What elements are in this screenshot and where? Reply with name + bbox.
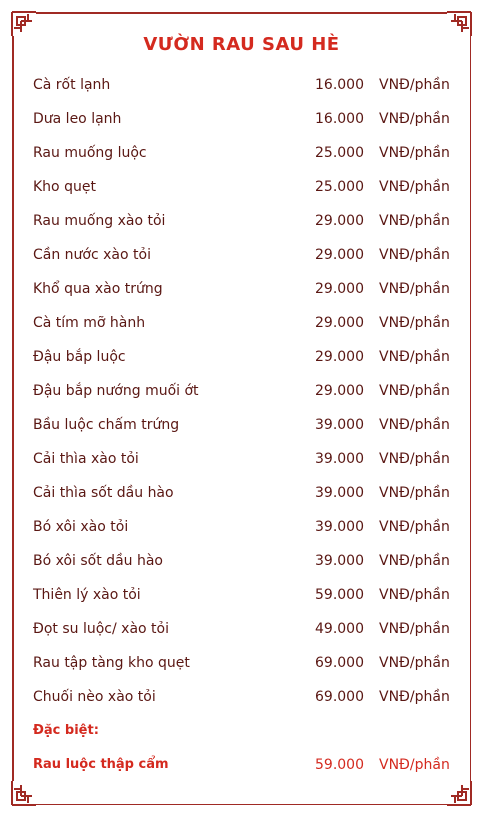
item-price: 25.000	[315, 145, 364, 161]
item-name: Rau muống xào tỏi	[33, 213, 166, 229]
item-name: Thiên lý xào tỏi	[33, 587, 141, 603]
menu-item: Rau tập tàng kho quẹt 69.000 VNĐ/phần	[0, 655, 483, 679]
item-unit: VNĐ/phần	[379, 111, 450, 127]
item-unit: VNĐ/phần	[379, 179, 450, 195]
item-name: Đậu bắp nướng muối ớt	[33, 383, 199, 399]
menu-item: Chuối nèo xào tỏi 69.000 VNĐ/phần	[0, 689, 483, 713]
item-price: 49.000	[315, 621, 364, 637]
item-name: Bó xôi xào tỏi	[33, 519, 129, 535]
menu-item: Bó xôi xào tỏi 39.000 VNĐ/phần	[0, 519, 483, 543]
item-unit: VNĐ/phần	[379, 553, 450, 569]
item-name: Dưa leo lạnh	[33, 111, 122, 127]
item-price: 69.000	[315, 655, 364, 671]
item-unit: VNĐ/phần	[379, 349, 450, 365]
item-price: 69.000	[315, 689, 364, 705]
menu-item: Dưa leo lạnh 16.000 VNĐ/phần	[0, 111, 483, 135]
item-name: Khổ qua xào trứng	[33, 281, 163, 297]
item-price: 29.000	[315, 315, 364, 331]
item-unit: VNĐ/phần	[379, 281, 450, 297]
item-name: Rau muống luộc	[33, 145, 147, 161]
item-price: 59.000	[315, 757, 364, 773]
item-price: 39.000	[315, 553, 364, 569]
item-price: 39.000	[315, 519, 364, 535]
item-price: 29.000	[315, 383, 364, 399]
menu-item: Rau muống xào tỏi 29.000 VNĐ/phần	[0, 213, 483, 237]
special-section-label: Đặc biệt:	[33, 723, 99, 738]
item-unit: VNĐ/phần	[379, 417, 450, 433]
item-price: 29.000	[315, 281, 364, 297]
item-unit: VNĐ/phần	[379, 315, 450, 331]
item-price: 29.000	[315, 247, 364, 263]
item-unit: VNĐ/phần	[379, 757, 450, 773]
item-unit: VNĐ/phần	[379, 451, 450, 467]
menu-item: Cà tím mỡ hành 29.000 VNĐ/phần	[0, 315, 483, 339]
menu-item: Cà rốt lạnh 16.000 VNĐ/phần	[0, 77, 483, 101]
menu-item: Khổ qua xào trứng 29.000 VNĐ/phần	[0, 281, 483, 305]
item-name: Đậu bắp luộc	[33, 349, 126, 365]
item-name: Kho quẹt	[33, 179, 96, 195]
item-name: Rau tập tàng kho quẹt	[33, 655, 190, 671]
special-menu-item: Rau luộc thập cẩm 59.000 VNĐ/phần	[0, 757, 483, 781]
corner-ornament-icon	[447, 781, 472, 806]
item-name: Chuối nèo xào tỏi	[33, 689, 156, 705]
item-name: Cải thìa sốt dầu hào	[33, 485, 174, 501]
item-unit: VNĐ/phần	[379, 655, 450, 671]
item-price: 16.000	[315, 77, 364, 93]
menu-item: Rau muống luộc 25.000 VNĐ/phần	[0, 145, 483, 169]
item-name: Cải thìa xào tỏi	[33, 451, 139, 467]
item-price: 39.000	[315, 417, 364, 433]
item-price: 39.000	[315, 451, 364, 467]
frame-top-border	[36, 12, 447, 14]
item-unit: VNĐ/phần	[379, 247, 450, 263]
item-unit: VNĐ/phần	[379, 213, 450, 229]
item-name: Bó xôi sốt dầu hào	[33, 553, 163, 569]
item-price: 59.000	[315, 587, 364, 603]
menu-item: Đọt su luộc/ xào tỏi 49.000 VNĐ/phần	[0, 621, 483, 645]
item-unit: VNĐ/phần	[379, 383, 450, 399]
menu-item: Bầu luộc chấm trứng 39.000 VNĐ/phần	[0, 417, 483, 441]
item-unit: VNĐ/phần	[379, 621, 450, 637]
item-price: 25.000	[315, 179, 364, 195]
frame-bottom-border	[36, 803, 447, 805]
item-name: Rau luộc thập cẩm	[33, 757, 169, 772]
menu-item: Cải thìa xào tỏi 39.000 VNĐ/phần	[0, 451, 483, 475]
item-name: Đọt su luộc/ xào tỏi	[33, 621, 169, 637]
menu-item: Cần nước xào tỏi 29.000 VNĐ/phần	[0, 247, 483, 271]
item-price: 29.000	[315, 213, 364, 229]
item-name: Cà rốt lạnh	[33, 77, 111, 93]
menu-item: Cải thìa sốt dầu hào 39.000 VNĐ/phần	[0, 485, 483, 509]
menu-item: Bó xôi sốt dầu hào 39.000 VNĐ/phần	[0, 553, 483, 577]
item-price: 16.000	[315, 111, 364, 127]
item-name: Bầu luộc chấm trứng	[33, 417, 180, 433]
menu-item: Đậu bắp luộc 29.000 VNĐ/phần	[0, 349, 483, 373]
corner-ornament-icon	[11, 781, 36, 806]
menu-item: Kho quẹt 25.000 VNĐ/phần	[0, 179, 483, 203]
menu-item: Đậu bắp nướng muối ớt 29.000 VNĐ/phần	[0, 383, 483, 407]
menu-item: Thiên lý xào tỏi 59.000 VNĐ/phần	[0, 587, 483, 611]
item-unit: VNĐ/phần	[379, 519, 450, 535]
item-price: 29.000	[315, 349, 364, 365]
menu-title: VƯỜN RAU SAU HÈ	[143, 34, 340, 55]
item-unit: VNĐ/phần	[379, 587, 450, 603]
item-unit: VNĐ/phần	[379, 77, 450, 93]
item-unit: VNĐ/phần	[379, 485, 450, 501]
item-name: Cần nước xào tỏi	[33, 247, 151, 263]
item-unit: VNĐ/phần	[379, 145, 450, 161]
item-price: 39.000	[315, 485, 364, 501]
item-name: Cà tím mỡ hành	[33, 315, 146, 331]
item-unit: VNĐ/phần	[379, 689, 450, 705]
